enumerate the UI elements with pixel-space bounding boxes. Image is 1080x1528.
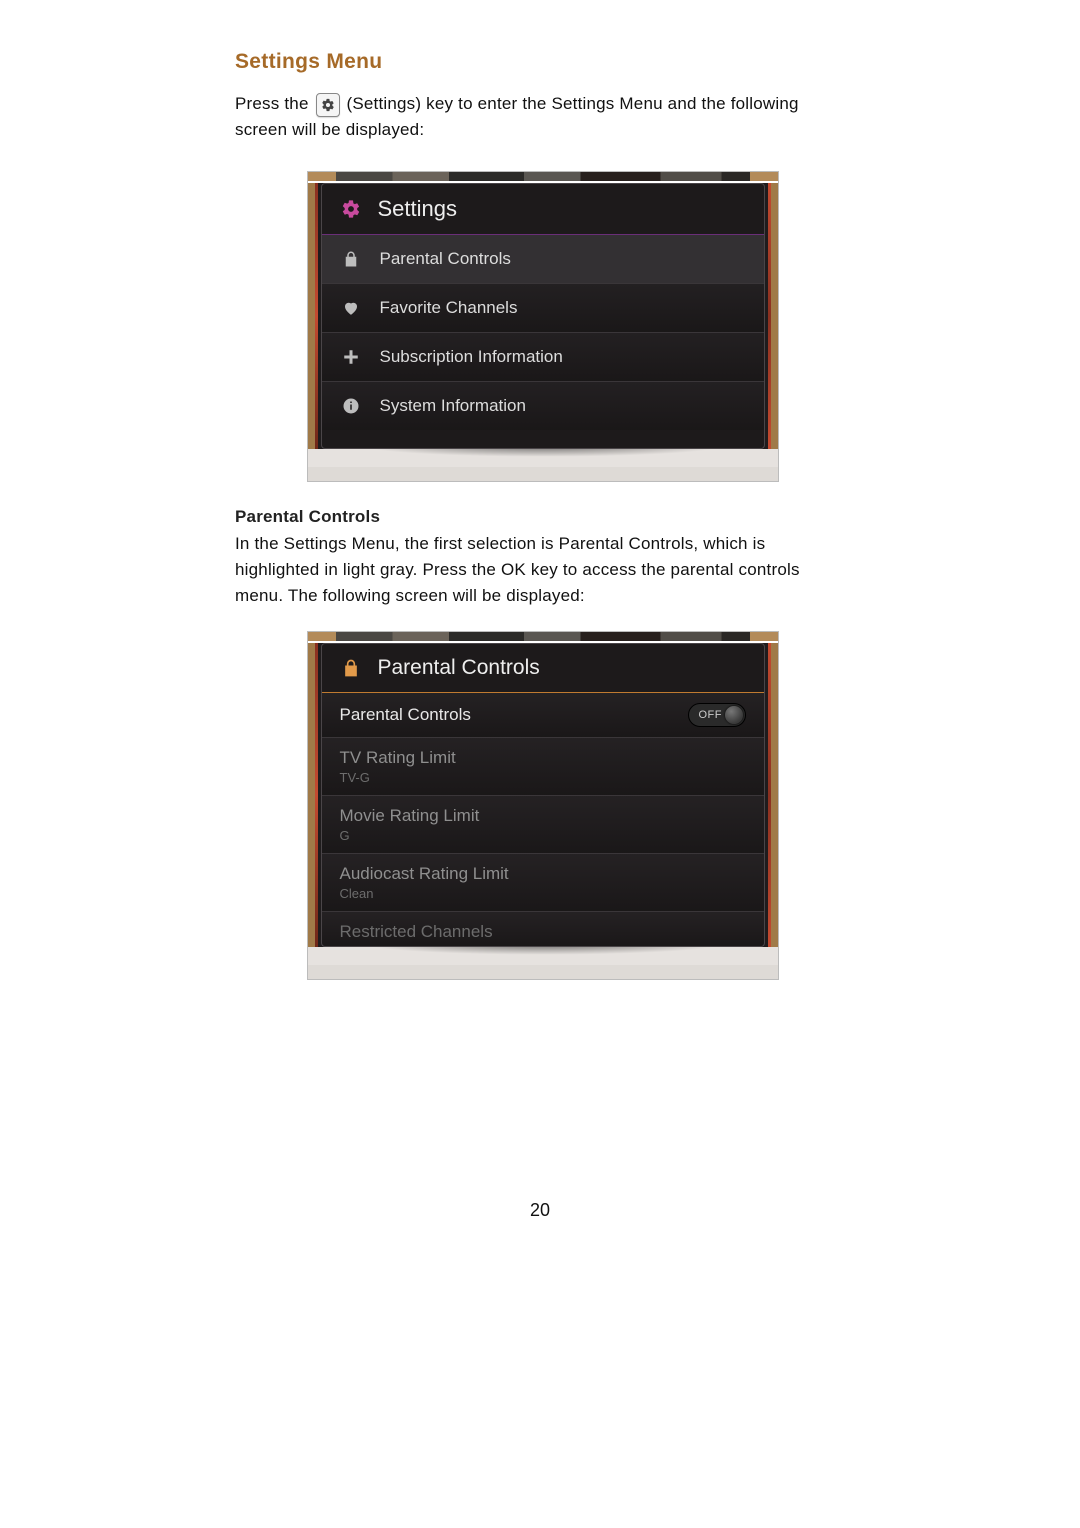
settings-panel-title: Settings bbox=[378, 196, 458, 222]
parental-toggle[interactable]: OFF bbox=[688, 703, 746, 727]
settings-screenshot: Settings Parental Controls Favorite Chan… bbox=[308, 172, 778, 481]
intro-before: Press the bbox=[235, 94, 309, 113]
parental-toggle-row[interactable]: Parental Controls OFF bbox=[322, 693, 764, 738]
screenshot-decor bbox=[308, 965, 778, 979]
settings-panel-header: Settings bbox=[322, 184, 764, 235]
intro-text: Press the (Settings) key to enter the Se… bbox=[235, 91, 850, 144]
row-sub: Clean bbox=[340, 886, 746, 901]
page-number: 20 bbox=[0, 1200, 1080, 1221]
screenshot-decor bbox=[308, 632, 778, 641]
settings-row-parental[interactable]: Parental Controls bbox=[322, 235, 764, 284]
settings-row-favorites[interactable]: Favorite Channels bbox=[322, 284, 764, 333]
settings-panel: Settings Parental Controls Favorite Chan… bbox=[321, 183, 765, 449]
screenshot-decor bbox=[308, 947, 778, 965]
parental-panel-header: Parental Controls bbox=[322, 644, 764, 693]
screenshot-decor bbox=[308, 449, 778, 467]
parental-panel: Parental Controls Parental Controls OFF … bbox=[321, 643, 765, 947]
row-sub: TV-G bbox=[340, 770, 746, 785]
settings-row-label: Favorite Channels bbox=[380, 298, 518, 318]
screenshot-decor bbox=[308, 172, 778, 181]
settings-row-label: System Information bbox=[380, 396, 526, 416]
settings-row-system[interactable]: System Information bbox=[322, 382, 764, 430]
lock-icon bbox=[338, 658, 364, 678]
row-title: TV Rating Limit bbox=[340, 748, 746, 768]
toggle-knob bbox=[725, 706, 743, 724]
parental-subheading: Parental Controls bbox=[235, 507, 850, 527]
parental-row-audiocast[interactable]: Audiocast Rating Limit Clean bbox=[322, 854, 764, 912]
settings-row-label: Parental Controls bbox=[380, 249, 511, 269]
row-title: Restricted Channels bbox=[340, 922, 746, 942]
info-icon bbox=[338, 397, 364, 415]
parental-screenshot: Parental Controls Parental Controls OFF … bbox=[308, 632, 778, 979]
parental-panel-title: Parental Controls bbox=[378, 656, 540, 680]
settings-key-icon bbox=[316, 93, 340, 117]
parental-toggle-label: Parental Controls bbox=[340, 705, 471, 725]
settings-row-label: Subscription Information bbox=[380, 347, 563, 367]
lock-icon bbox=[338, 250, 364, 268]
screenshot-decor bbox=[308, 467, 778, 481]
row-title: Movie Rating Limit bbox=[340, 806, 746, 826]
gear-icon bbox=[338, 199, 364, 219]
parental-row-movie[interactable]: Movie Rating Limit G bbox=[322, 796, 764, 854]
parental-text: In the Settings Menu, the first selectio… bbox=[235, 531, 850, 610]
row-title: Audiocast Rating Limit bbox=[340, 864, 746, 884]
parental-row-tv[interactable]: TV Rating Limit TV-G bbox=[322, 738, 764, 796]
page-heading: Settings Menu bbox=[235, 50, 850, 74]
settings-row-subscription[interactable]: Subscription Information bbox=[322, 333, 764, 382]
row-sub: G bbox=[340, 828, 746, 843]
parental-row-restricted[interactable]: Restricted Channels bbox=[322, 912, 764, 946]
plus-icon bbox=[338, 348, 364, 366]
toggle-state: OFF bbox=[699, 709, 723, 721]
heart-icon bbox=[338, 299, 364, 317]
